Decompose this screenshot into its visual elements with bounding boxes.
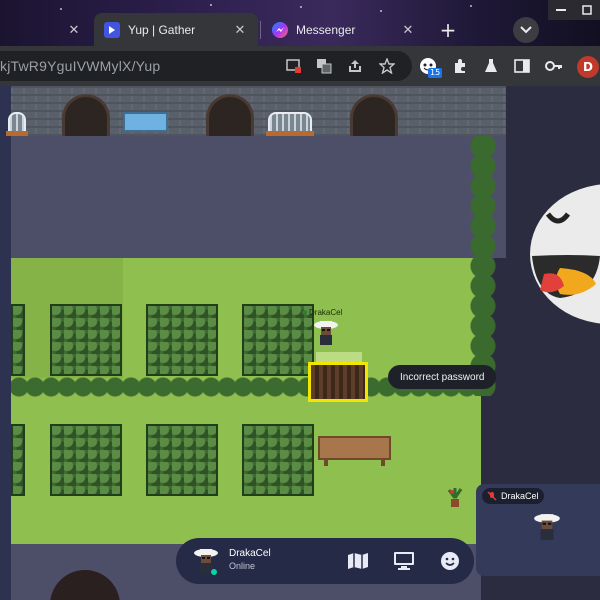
tab-label: Messenger [296, 22, 356, 37]
video-avatar [534, 514, 560, 540]
big-smiley-object [530, 184, 600, 324]
messenger-favicon-icon [272, 21, 288, 38]
maximize-icon[interactable] [574, 0, 600, 20]
gather-favicon-icon [104, 21, 120, 38]
emoji-icon[interactable] [438, 549, 462, 573]
new-tab-icon[interactable]: + [436, 18, 460, 42]
arch-doorway [62, 94, 110, 136]
puzzle-icon[interactable] [450, 56, 470, 76]
online-dot [302, 310, 307, 315]
user-status: Online [229, 561, 256, 571]
tab-close-icon[interactable]: ✕ [66, 22, 82, 38]
browser-toolbar: kjTwR9YguIVWMylX/Yup [0, 46, 600, 86]
sidebar-icon[interactable] [512, 56, 532, 76]
player-name: DrakaCel [309, 308, 343, 317]
tab-previous[interactable]: ✕ [0, 13, 92, 46]
profile-avatar[interactable]: D [577, 56, 599, 78]
mic-muted-icon [487, 491, 497, 501]
tab-messenger[interactable]: Messenger ✕ [262, 13, 426, 46]
arch-doorway [206, 94, 254, 136]
video-name-label: DrakaCel [482, 488, 544, 504]
hedge-block [50, 424, 122, 496]
bench [6, 112, 28, 136]
tab-search-icon[interactable] [513, 17, 539, 43]
player-name-tag: DrakaCel [302, 308, 342, 317]
game-canvas[interactable]: DrakaCel Incorrect password DrakaCel Dra… [0, 86, 600, 600]
hedge-block [146, 424, 218, 496]
url-prefix: kjTwR9YguIVWMylX [0, 58, 132, 74]
bookmark-star-icon[interactable] [377, 56, 397, 76]
key-icon[interactable] [544, 56, 564, 76]
stone-floor [11, 136, 506, 258]
bench [266, 112, 314, 136]
tab-label: Yup | Gather [128, 22, 196, 37]
translate-icon[interactable] [314, 56, 334, 76]
door-tooltip: Incorrect password [388, 365, 497, 389]
map-icon[interactable] [346, 549, 370, 573]
tab-gather[interactable]: Yup | Gather ✕ [94, 13, 258, 46]
hedge-block [242, 424, 314, 496]
wooden-table [318, 436, 391, 466]
hedge-block [50, 304, 122, 376]
online-status-dot [210, 568, 218, 576]
blocked-popup-icon[interactable] [284, 56, 304, 76]
lab-flask-icon[interactable] [481, 56, 501, 76]
extension-badge: 15 [428, 68, 443, 78]
game-sidebar-edge [0, 86, 11, 600]
arch-doorway [350, 94, 398, 136]
url-text[interactable]: kjTwR9YguIVWMylX/Yup [0, 58, 160, 74]
user-status-bar: DrakaCel Online [176, 538, 474, 584]
tab-close-icon[interactable]: ✕ [232, 22, 248, 38]
tree-column [466, 136, 500, 396]
pool-painting [123, 112, 168, 132]
minimize-icon[interactable] [548, 0, 574, 20]
potted-plant-icon [447, 488, 463, 507]
locked-door[interactable] [308, 362, 368, 402]
hedge-block [146, 304, 218, 376]
video-tile[interactable]: DrakaCel [476, 484, 600, 576]
screen-share-icon[interactable] [392, 549, 416, 573]
tab-separator [260, 21, 261, 39]
hedge-block [11, 424, 25, 496]
user-name: DrakaCel [229, 548, 271, 559]
url-path: /Yup [131, 58, 161, 74]
tab-close-icon[interactable]: ✕ [400, 22, 416, 38]
player-avatar[interactable] [313, 319, 339, 347]
video-name: DrakaCel [501, 491, 539, 501]
share-icon[interactable] [345, 56, 365, 76]
hedge-block [11, 304, 25, 376]
